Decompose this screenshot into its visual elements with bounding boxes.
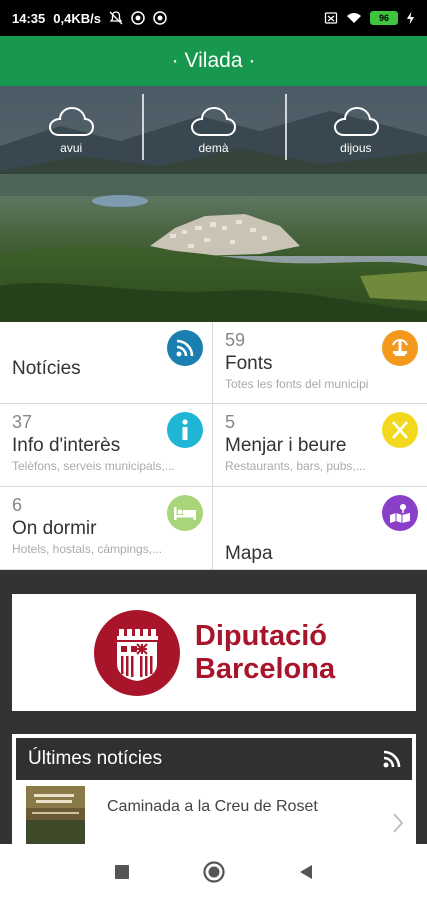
recents-button[interactable] bbox=[107, 857, 137, 887]
banner-line2: Barcelona bbox=[194, 652, 336, 685]
news-item[interactable]: Caminada a la Creu de Roset bbox=[14, 782, 414, 846]
back-button[interactable] bbox=[291, 857, 321, 887]
tile-subtitle: Restaurants, bars, pubs,... bbox=[225, 459, 366, 473]
network-speed: 0,4KB/s bbox=[53, 10, 101, 26]
tile-dormir[interactable]: 6 On dormir Hotels, hostals, càmpings,..… bbox=[0, 487, 213, 570]
rss-icon[interactable] bbox=[382, 749, 402, 769]
fountain-icon bbox=[382, 330, 418, 366]
info-icon bbox=[167, 412, 203, 448]
system-nav-bar bbox=[0, 844, 427, 900]
weather-day-label: demà bbox=[198, 141, 229, 155]
news-thumbnail bbox=[26, 786, 85, 846]
app-notification-icon bbox=[131, 11, 145, 25]
weather-strip: avui demà dijous bbox=[0, 86, 427, 174]
battery-indicator: 96 bbox=[370, 11, 398, 25]
cloud-icon bbox=[191, 106, 237, 136]
square-icon bbox=[114, 865, 129, 879]
charging-icon bbox=[406, 11, 415, 25]
status-time: 14:35 bbox=[12, 10, 46, 26]
status-bar: 14:35 0,4KB/s 96 bbox=[0, 0, 427, 36]
tile-subtitle: Hotels, hostals, càmpings,... bbox=[12, 542, 163, 556]
wifi-icon bbox=[347, 13, 361, 23]
hero-image: avui demà dijous bbox=[0, 86, 427, 322]
cutlery-icon bbox=[382, 412, 418, 448]
tile-menjar[interactable]: 5 Menjar i beure Restaurants, bars, pubs… bbox=[213, 404, 427, 487]
cloud-icon bbox=[49, 106, 95, 136]
rss-icon bbox=[167, 330, 203, 366]
news-header-title: Últimes notícies bbox=[28, 748, 163, 769]
weather-day-label: dijous bbox=[340, 141, 372, 155]
weather-day-tomorrow[interactable]: demà bbox=[142, 86, 284, 174]
app-screen: 14:35 0,4KB/s 96 · Vilada · avui demà di… bbox=[0, 0, 427, 900]
tile-noticies[interactable]: Notícies bbox=[0, 322, 213, 404]
tile-mapa[interactable]: Mapa bbox=[213, 487, 427, 570]
circle-icon bbox=[202, 861, 225, 883]
app-bar: · Vilada · bbox=[0, 36, 427, 86]
banner-text: Diputació Barcelona bbox=[195, 620, 335, 686]
tile-title: Notícies bbox=[12, 358, 81, 379]
sponsor-banner[interactable]: Diputació Barcelona bbox=[12, 594, 416, 711]
weather-day-thursday[interactable]: dijous bbox=[284, 86, 427, 174]
banner-line1: Diputació bbox=[194, 619, 327, 652]
chevron-right-icon bbox=[393, 813, 404, 833]
cloud-icon bbox=[333, 106, 379, 136]
news-panel: Últimes notícies Caminada a la Creu de R… bbox=[12, 734, 416, 846]
app-notification-icon-2 bbox=[153, 11, 167, 25]
tile-info[interactable]: 37 Info d'interès Telèfons, serveis muni… bbox=[0, 404, 213, 487]
sim-icon bbox=[324, 12, 338, 24]
menu-grid: Notícies 59 Fonts Totes les fonts del mu… bbox=[0, 322, 427, 570]
app-title: · Vilada · bbox=[171, 49, 256, 72]
map-icon bbox=[382, 495, 418, 531]
weather-day-label: avui bbox=[60, 141, 83, 155]
tile-fonts[interactable]: 59 Fonts Totes les fonts del municipi bbox=[213, 322, 427, 404]
news-header[interactable]: Últimes notícies bbox=[16, 738, 412, 780]
weather-day-today[interactable]: avui bbox=[0, 86, 142, 174]
triangle-back-icon bbox=[299, 865, 312, 879]
diputacio-logo bbox=[93, 609, 180, 696]
mute-icon bbox=[109, 11, 123, 25]
news-item-title: Caminada a la Creu de Roset bbox=[107, 798, 318, 815]
tile-subtitle: Telèfons, serveis municipals,... bbox=[12, 459, 175, 473]
home-button[interactable] bbox=[199, 857, 229, 887]
tile-subtitle: Totes les fonts del municipi bbox=[225, 377, 369, 391]
tile-title: Mapa bbox=[225, 543, 273, 564]
content-area: Diputació Barcelona Últimes notícies Cam… bbox=[0, 570, 427, 846]
bed-icon bbox=[167, 495, 203, 531]
